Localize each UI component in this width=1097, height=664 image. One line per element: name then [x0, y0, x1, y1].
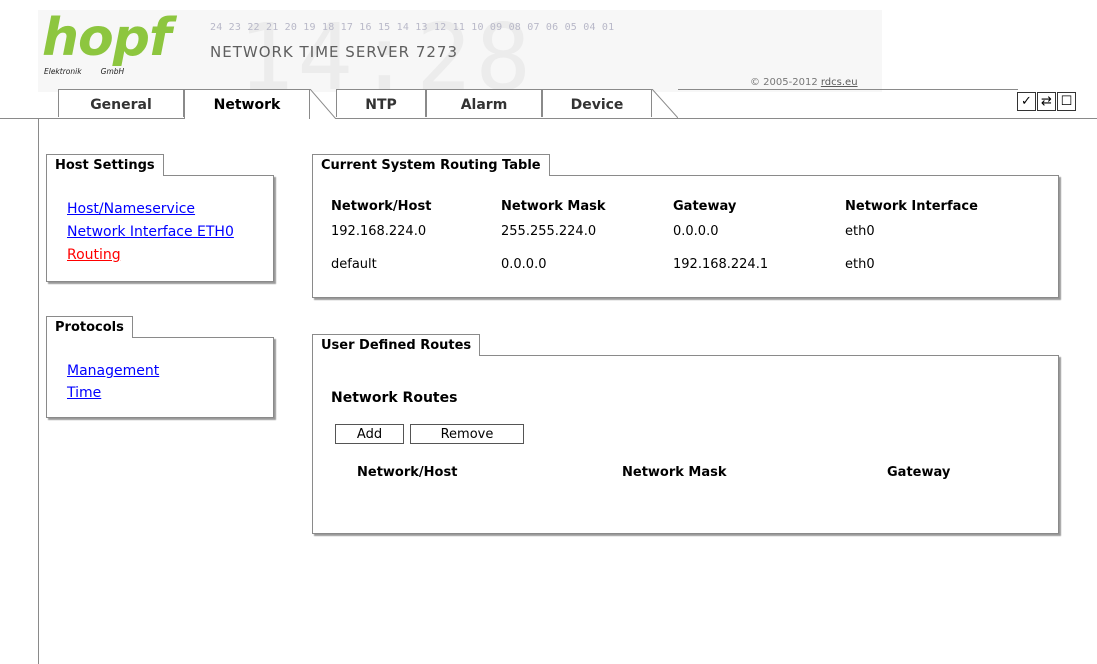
tab-top-line	[678, 89, 1018, 90]
nav-host-nameservice[interactable]: Host/Nameservice	[67, 201, 195, 217]
routing-cell: 192.168.224.1	[673, 257, 769, 272]
nav-time[interactable]: Time	[67, 385, 101, 401]
refresh-icon[interactable]: ⇄	[1037, 92, 1056, 111]
routes-col-network-mask: Network Mask	[622, 465, 727, 480]
add-route-button[interactable]: Add	[335, 424, 404, 444]
tab-network[interactable]: Network	[184, 89, 310, 119]
hopf-logo: hopf Elektronik GmbH	[42, 12, 172, 80]
remove-route-button[interactable]: Remove	[410, 424, 524, 444]
copyright-text: © 2005-2012	[750, 77, 818, 88]
product-title: NETWORK TIME SERVER 7273	[210, 43, 459, 61]
protocols-title: Protocols	[46, 316, 133, 338]
nav-management[interactable]: Management	[67, 363, 159, 379]
routing-cell: 255.255.224.0	[501, 224, 597, 239]
app-header: 14:28 hopf Elektronik GmbH 24 23 22 21 2…	[38, 10, 882, 92]
routing-col-interface: Network Interface	[845, 199, 978, 214]
host-settings-title: Host Settings	[46, 154, 164, 176]
nav-routing[interactable]: Routing	[67, 247, 121, 263]
routing-col-gateway: Gateway	[673, 199, 737, 214]
network-routes-heading: Network Routes	[331, 390, 458, 406]
logo-subtitle-right: GmbH	[100, 67, 125, 76]
user-routes-box	[312, 355, 1059, 534]
routing-col-network-host: Network/Host	[331, 199, 432, 214]
routes-col-gateway: Gateway	[887, 465, 951, 480]
routing-cell: eth0	[845, 257, 875, 272]
logo-subtitle-left: Elektronik	[44, 67, 82, 76]
nav-network-interface-eth0[interactable]: Network Interface ETH0	[67, 224, 234, 240]
routing-cell: default	[331, 257, 377, 272]
tab-ntp[interactable]: NTP	[336, 89, 426, 117]
page-icon[interactable]: ☐	[1057, 92, 1076, 111]
tab-general[interactable]: General	[58, 89, 184, 117]
logo-subtitle: Elektronik GmbH	[44, 67, 124, 76]
user-routes-title: User Defined Routes	[312, 334, 481, 356]
check-icon[interactable]: ✓	[1017, 92, 1036, 111]
tab-device[interactable]: Device	[542, 89, 652, 117]
routing-cell: eth0	[845, 224, 875, 239]
copyright-link[interactable]: rdcs.eu	[821, 77, 858, 88]
tab-device-slant	[652, 89, 678, 118]
routing-col-network-mask: Network Mask	[501, 199, 606, 214]
main-tabs: General Network NTP Alarm Device	[38, 89, 1097, 119]
routing-cell: 0.0.0.0	[673, 224, 719, 239]
routes-col-network-host: Network/Host	[357, 465, 458, 480]
routing-cell: 0.0.0.0	[501, 257, 547, 272]
copyright: © 2005-2012 rdcs.eu	[750, 77, 858, 88]
tab-network-slant	[310, 89, 336, 119]
tab-alarm[interactable]: Alarm	[426, 89, 542, 117]
routing-cell: 192.168.224.0	[331, 224, 427, 239]
digit-strip: 24 23 22 21 20 19 18 17 16 15 14 13 12 1…	[210, 22, 615, 33]
logo-wordmark: hopf	[42, 10, 172, 68]
routing-table-title: Current System Routing Table	[312, 154, 550, 176]
